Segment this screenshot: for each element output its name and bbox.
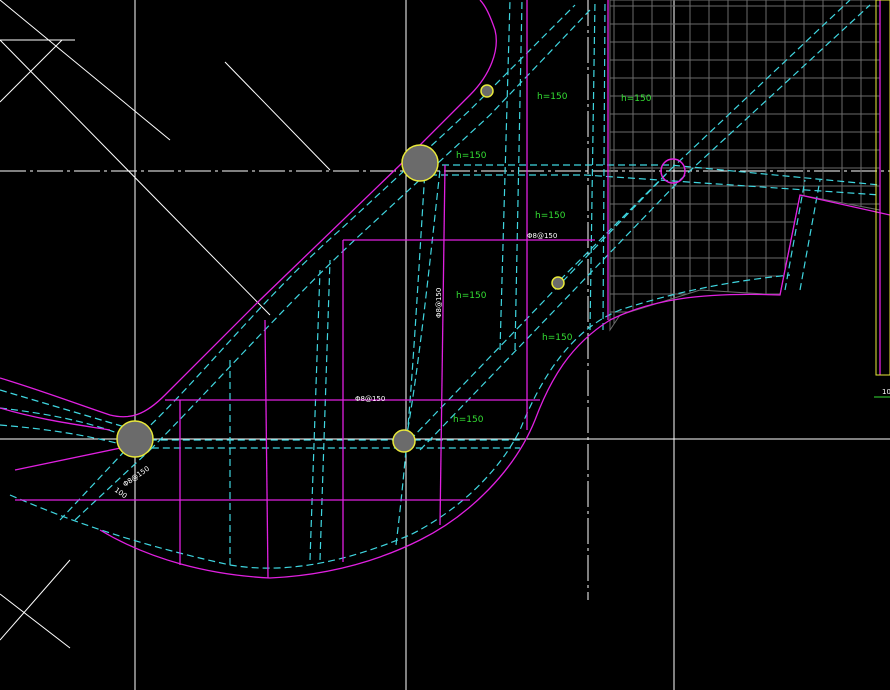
canvas-background: [0, 0, 890, 690]
thickness-label: h=150: [535, 211, 566, 221]
thickness-label: h=150: [456, 151, 487, 161]
thickness-label: h=150: [621, 94, 652, 104]
rebar-label: Φ8@150: [435, 288, 443, 318]
rebar-label: Φ8@150: [527, 232, 557, 240]
thickness-label: h=150: [537, 92, 568, 102]
column-small[interactable]: [480, 84, 494, 98]
column-large[interactable]: [116, 420, 154, 458]
column-small[interactable]: [551, 276, 565, 290]
column-small[interactable]: [392, 429, 416, 453]
rebar-label: Φ8@150: [355, 395, 385, 403]
thickness-label: h=150: [453, 415, 484, 425]
thickness-label: h=150: [542, 333, 573, 343]
cad-drawing-canvas[interactable]: h=150 h=150 h=150 h=150 h=150 h=150 h=15…: [0, 0, 890, 690]
dimension-label: 10: [882, 388, 890, 396]
thickness-label: h=150: [456, 291, 487, 301]
column-large[interactable]: [401, 144, 439, 182]
